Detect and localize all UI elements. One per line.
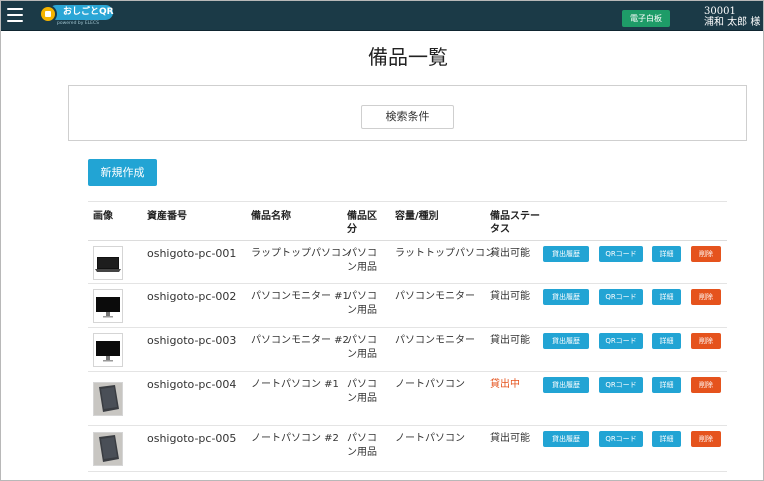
table-row: oshigoto-pc-004 ノートパソコン #1 パソコン用品 ノートパソコン 貸出… <box>88 372 727 426</box>
delete-button[interactable]: 削除 <box>691 289 721 305</box>
laptop-icon <box>93 246 123 280</box>
qr-code-button[interactable]: QRコード <box>599 246 643 262</box>
table-header: 画像 資産番号 備品名称 備品区分 容量/種別 備品ステータス <box>88 201 727 241</box>
delete-button[interactable]: 削除 <box>691 431 721 447</box>
lending-history-button[interactable]: 貸出履歴 <box>543 333 589 349</box>
qr-code-button[interactable]: QRコード <box>599 377 643 393</box>
qr-code-button[interactable]: QRコード <box>599 333 643 349</box>
detail-button[interactable]: 詳細 <box>652 246 681 262</box>
detail-button[interactable]: 詳細 <box>652 377 681 393</box>
cell-status: 貸出可能 <box>490 335 530 346</box>
page-title: 備品一覧 <box>368 45 448 69</box>
cell-capacity: ノートパソコン <box>395 433 465 444</box>
notebook-icon <box>93 432 123 466</box>
search-conditions-button[interactable]: 検索条件 <box>361 105 454 129</box>
cell-capacity: パソコンモニター <box>395 291 475 302</box>
logo-subtitle: powered by ELECS <box>57 21 100 26</box>
table-row: oshigoto-pc-005 ノートパソコン #2 パソコン用品 ノートパソコン 貸出… <box>88 426 727 472</box>
lending-history-button[interactable]: 貸出履歴 <box>543 377 589 393</box>
cell-asset-no: oshigoto-pc-003 <box>147 334 237 347</box>
header-capacity: 容量/種別 <box>395 211 439 222</box>
header-status: 備品ステータス <box>490 211 540 235</box>
logo-badge-icon <box>39 5 57 23</box>
cell-category: パソコン用品 <box>347 248 377 273</box>
delete-button[interactable]: 削除 <box>691 246 721 262</box>
header-name: 備品名称 <box>251 211 291 222</box>
detail-button[interactable]: 詳細 <box>652 431 681 447</box>
logo-text: おしごとQR <box>49 5 114 20</box>
cell-capacity: ノートパソコン <box>395 379 465 390</box>
cell-asset-no: oshigoto-pc-001 <box>147 247 237 260</box>
monitor-icon <box>93 289 123 323</box>
cell-category: パソコン用品 <box>347 291 377 316</box>
cell-asset-no: oshigoto-pc-002 <box>147 290 237 303</box>
top-navbar: おしごとQR powered by ELECS 電子白板 30001 浦和 太郎… <box>1 1 763 31</box>
cell-status: 貸出可能 <box>490 248 530 259</box>
monitor-icon <box>93 333 123 367</box>
app-logo[interactable]: おしごとQR powered by ELECS <box>39 5 119 27</box>
cell-category: パソコン用品 <box>347 433 377 458</box>
create-new-button[interactable]: 新規作成 <box>88 159 157 186</box>
cell-status: 貸出中 <box>490 379 520 390</box>
table-body: oshigoto-pc-001 ラップトップパソコン パソコン用品 ラットトップパソコ… <box>88 241 727 472</box>
cell-name: パソコンモニター #1 <box>251 291 349 302</box>
menu-icon[interactable] <box>7 8 23 22</box>
qr-code-button[interactable]: QRコード <box>599 431 643 447</box>
notebook-icon <box>93 382 123 416</box>
cell-status: 貸出可能 <box>490 291 530 302</box>
table-row: oshigoto-pc-003 パソコンモニター #2 パソコン用品 パソコンモニター… <box>88 328 727 372</box>
lending-history-button[interactable]: 貸出履歴 <box>543 431 589 447</box>
detail-button[interactable]: 詳細 <box>652 333 681 349</box>
header-asset-no: 資産番号 <box>147 211 187 222</box>
cell-capacity: パソコンモニター <box>395 335 475 346</box>
cell-name: ノートパソコン #1 <box>251 379 339 390</box>
cell-name: ノートパソコン #2 <box>251 433 339 444</box>
delete-button[interactable]: 削除 <box>691 333 721 349</box>
user-id: 30001 <box>704 6 736 17</box>
detail-button[interactable]: 詳細 <box>652 289 681 305</box>
cell-category: パソコン用品 <box>347 379 377 404</box>
cell-status: 貸出可能 <box>490 433 530 444</box>
delete-button[interactable]: 削除 <box>691 377 721 393</box>
cell-asset-no: oshigoto-pc-004 <box>147 378 237 391</box>
qr-code-button[interactable]: QRコード <box>599 289 643 305</box>
search-panel: 検索条件 <box>68 85 747 141</box>
header-category: 備品区分 <box>347 211 377 235</box>
cell-capacity: ラットトップパソコン <box>395 248 495 259</box>
user-name: 浦和 太郎 様 <box>704 17 761 28</box>
user-info[interactable]: 30001 浦和 太郎 様 <box>704 6 760 28</box>
cell-asset-no: oshigoto-pc-005 <box>147 432 237 445</box>
lending-history-button[interactable]: 貸出履歴 <box>543 246 589 262</box>
cell-name: ラップトップパソコン <box>251 248 351 259</box>
lending-history-button[interactable]: 貸出履歴 <box>543 289 589 305</box>
cell-category: パソコン用品 <box>347 335 377 360</box>
header-image: 画像 <box>93 211 113 222</box>
whiteboard-button[interactable]: 電子白板 <box>622 10 670 27</box>
equipment-table: 画像 資産番号 備品名称 備品区分 容量/種別 備品ステータス oshigoto… <box>88 201 727 472</box>
cell-name: パソコンモニター #2 <box>251 335 349 346</box>
table-row: oshigoto-pc-002 パソコンモニター #1 パソコン用品 パソコンモニター… <box>88 284 727 328</box>
table-row: oshigoto-pc-001 ラップトップパソコン パソコン用品 ラットトップパソコ… <box>88 241 727 284</box>
